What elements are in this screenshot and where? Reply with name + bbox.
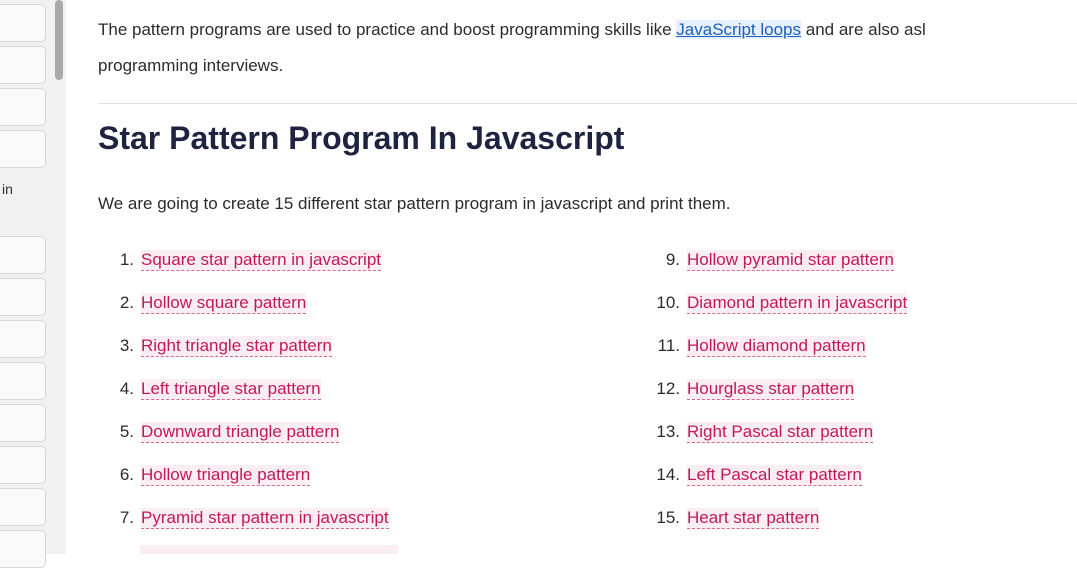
list-item: 6. Hollow triangle pattern [98,465,389,508]
list-item: 4. Left triangle star pattern [98,379,389,422]
sidebar-item[interactable] [0,446,46,484]
list-item: 15. Heart star pattern [646,508,907,551]
pattern-link[interactable]: Diamond pattern in javascript [687,293,908,314]
list-item-number: 4. [119,379,134,398]
list-item-number: 5. [119,422,134,441]
list-item-partial[interactable] [140,545,398,554]
article: The pattern programs are used to practic… [98,0,1077,554]
list-item-number: 12. [656,379,680,398]
list-item: 5. Downward triangle pattern [98,422,389,465]
sidebar-item[interactable] [0,530,46,568]
list-item-number: 6. [119,465,134,484]
sidebar-item[interactable] [0,4,46,42]
list-item-number: 7. [119,508,134,527]
sidebar-item[interactable] [0,362,46,400]
list-item-number: 1. [119,250,134,269]
pattern-link[interactable]: Hollow diamond pattern [687,336,866,357]
pattern-list-right: 9. Hollow pyramid star pattern 10. Diamond … [646,250,908,551]
sidebar: in [0,0,66,568]
list-item-number: 14. [656,465,680,484]
sidebar-item[interactable] [0,320,46,358]
pattern-link[interactable]: Downward triangle pattern [141,422,340,443]
list-item-number: 13. [656,422,680,441]
list-item-number: 10. [656,293,680,312]
intro-paragraph: The pattern programs are used to practic… [98,12,1077,84]
pattern-link[interactable]: Hollow square pattern [141,293,307,314]
intro-text-continued: and are also asl [801,20,926,39]
list-item: 10. Diamond pattern in javascript [646,293,908,336]
list-item-number: 11. [657,336,680,355]
sidebar-item[interactable] [0,278,46,316]
section-description: We are going to create 15 different star… [98,194,731,213]
pattern-link[interactable]: Square star pattern in javascript [141,250,382,271]
pattern-link[interactable]: Left triangle star pattern [141,379,321,400]
list-item: 3. Right triangle star pattern [98,336,389,379]
pattern-link[interactable]: Hollow triangle pattern [141,465,311,486]
sidebar-item[interactable] [0,404,46,442]
sidebar-item-label[interactable]: in [2,181,13,197]
pattern-link[interactable]: Right triangle star pattern [141,336,332,357]
list-item: 13. Right Pascal star pattern [646,422,907,465]
intro-text: The pattern programs are used to practic… [98,20,677,39]
pattern-link[interactable]: Hourglass star pattern [687,379,855,400]
sidebar-item[interactable] [0,46,46,84]
sidebar-item[interactable] [0,236,46,274]
javascript-loops-link[interactable]: JavaScript loops [676,20,802,39]
pattern-link[interactable]: Hollow pyramid star pattern [687,250,894,271]
pattern-link[interactable]: Pyramid star pattern in javascript [141,508,389,529]
intro-text-line2: programming interviews. [98,56,284,75]
pattern-link[interactable]: Left Pascal star pattern [687,465,862,486]
list-item: 12. Hourglass star pattern [646,379,907,422]
list-item: 1. Square star pattern in javascript [98,250,389,293]
sidebar-item[interactable] [0,130,46,168]
list-item-number: 15. [656,508,680,527]
section-heading: Star Pattern Program In Javascript [98,120,625,156]
pattern-list-left: 1. Square star pattern in javascript 2. Hol… [98,250,389,551]
pattern-link[interactable]: Heart star pattern [687,508,820,529]
list-item-number: 2. [119,293,134,312]
pattern-link[interactable]: Right Pascal star pattern [687,422,874,443]
sidebar-scrollbar[interactable] [55,0,63,80]
divider [98,103,1077,104]
list-item-number: 9. [665,250,680,269]
sidebar-item[interactable] [0,88,46,126]
list-item: 11. Hollow diamond pattern [646,336,907,379]
list-item: 14. Left Pascal star pattern [646,465,907,508]
sidebar-item[interactable] [0,488,46,526]
list-item: 9. Hollow pyramid star pattern [646,250,907,293]
list-item-number: 3. [119,336,134,355]
list-item: 2. Hollow square pattern [98,293,389,336]
